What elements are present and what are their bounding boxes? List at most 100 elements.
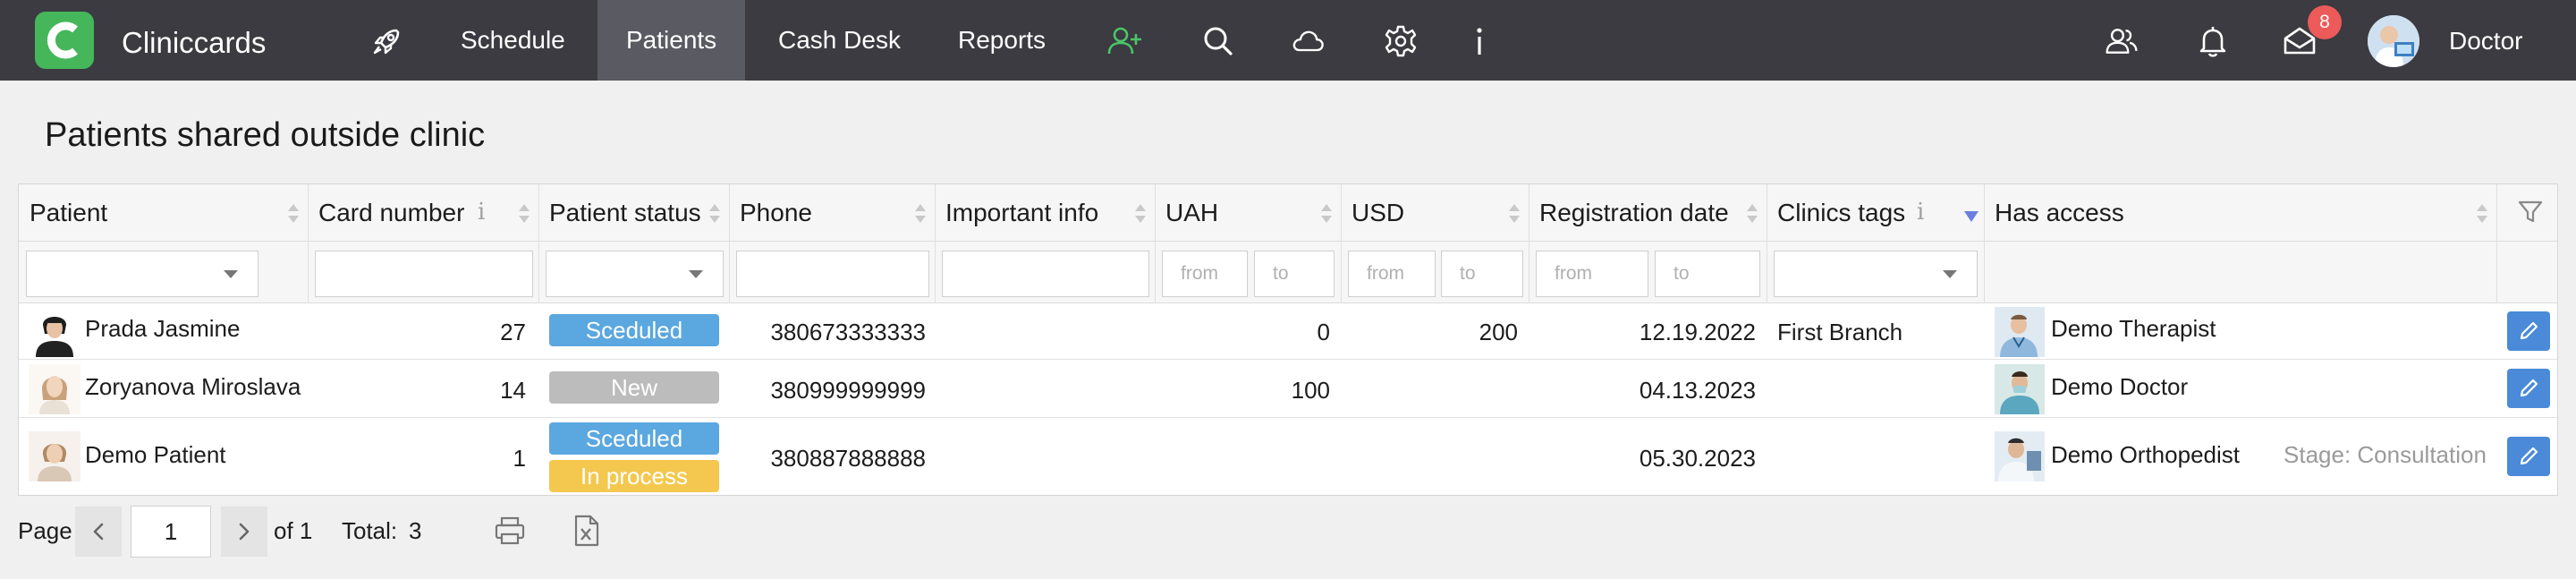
gear-icon[interactable] [1383, 23, 1419, 59]
notification-badge: 8 [2308, 5, 2342, 39]
sort-has-access-icon[interactable] [2477, 204, 2487, 224]
col-header-uah[interactable]: UAH [1155, 184, 1218, 242]
card-number-info-icon[interactable]: i [478, 199, 485, 226]
doctor-avatar [1995, 364, 2045, 414]
patient-avatar [29, 431, 80, 481]
info-icon[interactable] [1462, 23, 1497, 59]
sort-important-info-icon[interactable] [1135, 204, 1146, 224]
filter-reg-date-from[interactable]: from [1536, 251, 1648, 297]
access-doctor-name: Demo Doctor [2051, 373, 2189, 400]
col-header-patient[interactable]: Patient [19, 184, 107, 242]
sort-phone-icon[interactable] [915, 204, 926, 224]
patient-avatar [29, 307, 80, 357]
table-row[interactable]: Prada Jasmine 27 Sceduled 380673333333 0… [19, 303, 2557, 360]
col-header-card-number[interactable]: Card number [308, 184, 464, 242]
card-number: 1 [513, 445, 526, 472]
col-header-clinics-tags[interactable]: Clinics tags [1767, 184, 1905, 242]
add-user-icon[interactable] [1106, 23, 1142, 59]
col-header-usd[interactable]: USD [1341, 184, 1404, 242]
logo-c-icon [47, 21, 78, 59]
col-header-patient-status[interactable]: Patient status [538, 184, 701, 242]
card-number: 14 [500, 377, 526, 404]
clinics-tags-sort-active-icon[interactable] [1964, 211, 1979, 224]
phone-number: 380887888888 [770, 445, 926, 472]
status-badge: Sceduled [549, 314, 719, 346]
edit-button[interactable] [2507, 437, 2550, 476]
cloud-icon[interactable] [1291, 23, 1326, 59]
pencil-icon [2520, 379, 2538, 397]
table-row[interactable]: Demo Patient 1 Sceduled In process 38088… [19, 418, 2557, 495]
rocket-icon[interactable] [369, 23, 405, 59]
chevron-left-icon [93, 523, 104, 541]
filter-reg-date-to[interactable]: to [1655, 251, 1760, 297]
page-title: Patients shared outside clinic [45, 116, 486, 154]
filter-patient-status-select[interactable] [546, 251, 724, 297]
prev-page-button[interactable] [75, 507, 122, 557]
doctor-avatar [1995, 431, 2045, 481]
filter-icon[interactable] [2517, 199, 2544, 226]
clinics-tags-info-icon[interactable]: i [1917, 199, 1924, 226]
patient-avatar [29, 364, 80, 414]
nav-reports[interactable]: Reports [929, 0, 1074, 81]
patient-name[interactable]: Prada Jasmine [85, 315, 240, 343]
search-icon[interactable] [1200, 23, 1236, 59]
col-header-phone[interactable]: Phone [729, 184, 812, 242]
filter-card-number-input[interactable] [315, 251, 533, 297]
top-navbar: Cliniccards Schedule Patients Cash Desk … [0, 0, 2576, 81]
doctor-avatar [1995, 307, 2045, 357]
patient-name[interactable]: Zoryanova Miroslava [85, 373, 301, 401]
page-number-input[interactable]: 1 [131, 506, 211, 558]
filter-usd-to[interactable]: to [1441, 251, 1523, 297]
filter-patient-select[interactable] [26, 251, 258, 297]
edit-button[interactable] [2507, 311, 2550, 351]
stage-label: Stage: Consultation [2284, 441, 2487, 468]
page-count-label: of 1 [274, 517, 313, 544]
usd-amount: 200 [1479, 319, 1518, 345]
users-icon[interactable] [2104, 23, 2140, 59]
patients-table: Patient Card number i Patient status Pho… [18, 183, 2558, 496]
export-excel-icon[interactable] [571, 514, 601, 548]
filter-uah-to[interactable]: to [1254, 251, 1335, 297]
next-page-button[interactable] [221, 507, 267, 557]
filter-clinics-tags-select[interactable] [1774, 251, 1978, 297]
sort-patient-status-icon[interactable] [709, 204, 720, 224]
sort-patient-icon[interactable] [288, 204, 299, 224]
edit-button[interactable] [2507, 369, 2550, 408]
access-doctor-name: Demo Orthopedist [2051, 441, 2240, 468]
pencil-icon [2520, 321, 2538, 340]
col-header-registration-date[interactable]: Registration date [1529, 184, 1729, 242]
col-header-has-access[interactable]: Has access [1984, 184, 2124, 242]
uah-amount: 100 [1291, 377, 1330, 404]
access-doctor-name: Demo Therapist [2051, 315, 2216, 342]
uah-amount: 0 [1317, 319, 1330, 345]
bell-icon[interactable] [2195, 23, 2231, 59]
user-name[interactable]: Doctor [2449, 25, 2522, 57]
chevron-right-icon [239, 523, 250, 541]
filter-phone-input[interactable] [736, 251, 929, 297]
nav-cash-desk[interactable]: Cash Desk [750, 0, 929, 81]
table-row[interactable]: Zoryanova Miroslava 14 New 380999999999 … [19, 360, 2557, 418]
status-badge: In process [549, 460, 719, 492]
page-label: Page [18, 517, 72, 544]
nav-schedule[interactable]: Schedule [432, 0, 594, 81]
filter-uah-from[interactable]: from [1162, 251, 1248, 297]
patient-name[interactable]: Demo Patient [85, 441, 226, 469]
sort-card-number-icon[interactable] [519, 204, 530, 224]
status-badge: Sceduled [549, 422, 719, 455]
registration-date: 12.19.2022 [1639, 319, 1756, 345]
clinic-tag: First Branch [1777, 319, 1903, 345]
print-icon[interactable] [493, 515, 527, 547]
col-header-important-info[interactable]: Important info [935, 184, 1098, 242]
filter-usd-from[interactable]: from [1348, 251, 1436, 297]
nav-patients[interactable]: Patients [597, 0, 746, 81]
registration-date: 05.30.2023 [1639, 445, 1756, 472]
cliniccards-logo[interactable] [35, 12, 94, 69]
sort-registration-date-icon[interactable] [1747, 204, 1758, 224]
user-avatar[interactable] [2368, 15, 2419, 67]
registration-date: 04.13.2023 [1639, 377, 1756, 404]
sort-usd-icon[interactable] [1509, 204, 1520, 224]
sort-uah-icon[interactable] [1321, 204, 1332, 224]
pencil-icon [2520, 447, 2538, 465]
app-title[interactable]: Cliniccards [122, 27, 266, 59]
filter-important-info-input[interactable] [942, 251, 1149, 297]
